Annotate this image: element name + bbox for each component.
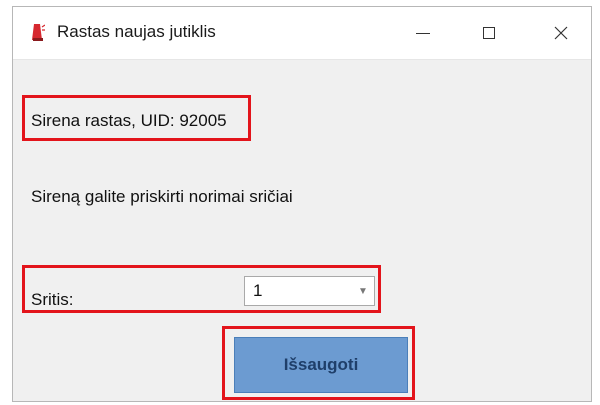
close-button[interactable] xyxy=(531,7,591,59)
highlight-save-button xyxy=(222,326,415,400)
highlight-found-text xyxy=(22,95,251,141)
maximize-button[interactable] xyxy=(459,7,519,59)
title-bar[interactable]: Rastas naujas jutiklis xyxy=(13,7,591,60)
minimize-icon xyxy=(416,32,430,34)
close-icon xyxy=(554,26,568,40)
siren-app-icon xyxy=(32,24,45,41)
window-title: Rastas naujas jutiklis xyxy=(57,22,216,41)
assign-hint-text: Sireną galite priskirti norimai sričiai xyxy=(31,187,293,206)
highlight-area-row xyxy=(22,265,381,313)
maximize-icon xyxy=(483,27,495,39)
minimize-button[interactable] xyxy=(393,7,453,59)
